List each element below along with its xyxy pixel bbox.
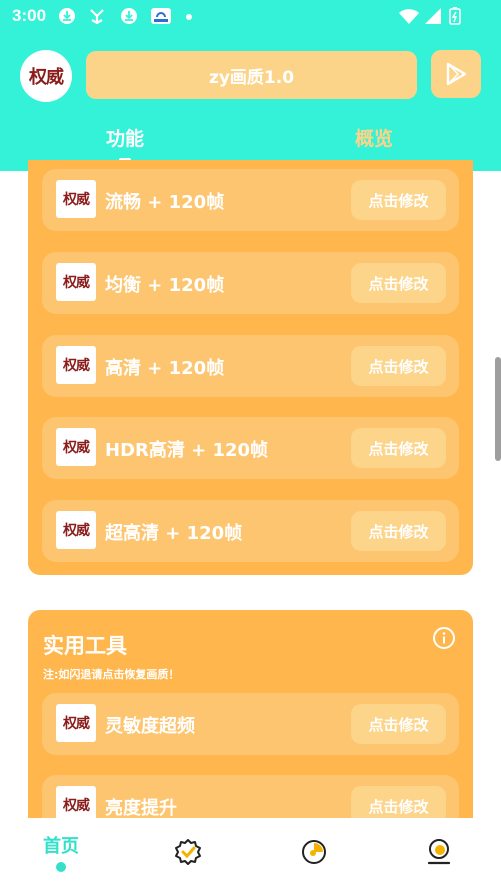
download-icon [59, 8, 75, 24]
item-label: 亮度提升 [105, 798, 177, 818]
item-label: 均衡 + 120帧 [105, 275, 225, 296]
tools-note: 注:如闪退请点击恢复画质！ [43, 668, 180, 681]
tools-title: 实用工具 [43, 634, 127, 658]
item-logo: 权威 [56, 346, 96, 384]
list-item: 权威 超高清 + 120帧 点击修改 [42, 500, 459, 562]
download-icon [121, 8, 137, 24]
item-label: HDR高清 + 120帧 [105, 440, 269, 461]
item-label: 流畅 + 120帧 [105, 192, 225, 213]
profile-icon[interactable] [425, 838, 453, 866]
app-logo: 权威 [20, 50, 72, 102]
modify-button[interactable]: 点击修改 [351, 786, 446, 818]
modify-button[interactable]: 点击修改 [351, 704, 446, 744]
app-header: 3:00 权威 zy画质1.0 功能 概览 [0, 0, 501, 171]
info-icon[interactable] [432, 626, 456, 650]
nav-home-label: 首页 [43, 836, 79, 857]
app-title-pill: zy画质1.0 [86, 51, 417, 99]
list-item: 权威 亮度提升 点击修改 [42, 775, 459, 818]
status-time: 3:00 [12, 6, 47, 25]
play-button[interactable] [431, 50, 481, 98]
item-label: 超高清 + 120帧 [105, 523, 243, 544]
wifi-icon [399, 9, 419, 24]
item-logo: 权威 [56, 428, 96, 466]
play-icon [446, 62, 467, 86]
badge-check-icon[interactable] [174, 838, 202, 866]
bottom-nav: 首页 [0, 818, 501, 891]
app-title: zy画质1.0 [208, 67, 295, 88]
list-item: 权威 均衡 + 120帧 点击修改 [42, 252, 459, 314]
status-bar: 3:00 [0, 0, 501, 34]
item-label: 灵敏度超频 [105, 716, 195, 737]
active-dot [56, 862, 66, 872]
item-logo: 权威 [56, 511, 96, 549]
item-logo: 权威 [56, 786, 96, 818]
modify-button[interactable]: 点击修改 [351, 428, 446, 468]
item-logo: 权威 [56, 180, 96, 218]
signal-icon [425, 8, 441, 24]
notification-dot [186, 14, 192, 20]
modify-button[interactable]: 点击修改 [351, 180, 446, 220]
fork-icon [90, 9, 104, 25]
tab-overview[interactable]: 概览 [355, 124, 393, 151]
item-label: 高清 + 120帧 [105, 358, 225, 379]
modify-button[interactable]: 点击修改 [351, 511, 446, 551]
list-item: 权威 灵敏度超频 点击修改 [42, 693, 459, 755]
tab-functions[interactable]: 功能 [106, 124, 144, 151]
item-logo: 权威 [56, 263, 96, 301]
modify-button[interactable]: 点击修改 [351, 346, 446, 386]
item-logo: 权威 [56, 704, 96, 742]
app-badge-icon [151, 8, 171, 24]
battery-icon [449, 7, 461, 25]
modify-button[interactable]: 点击修改 [351, 263, 446, 303]
list-item: 权威 HDR高清 + 120帧 点击修改 [42, 417, 459, 479]
list-item: 权威 高清 + 120帧 点击修改 [42, 335, 459, 397]
scrollbar[interactable] [495, 357, 501, 461]
list-item: 权威 流畅 + 120帧 点击修改 [42, 169, 459, 231]
pie-chart-icon[interactable] [300, 838, 328, 866]
